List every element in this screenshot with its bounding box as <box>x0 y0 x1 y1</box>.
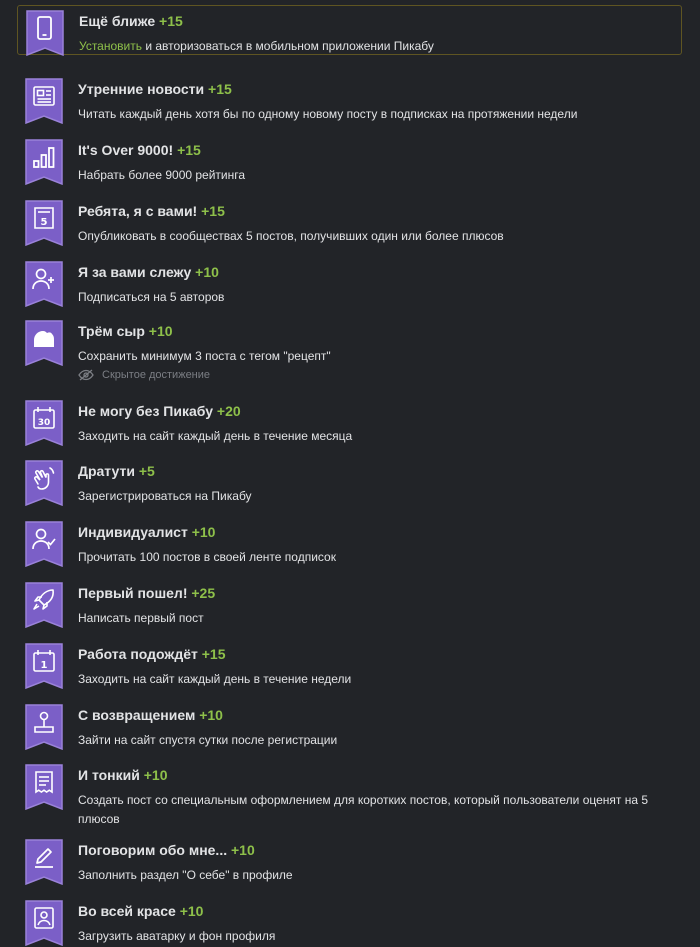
achievement-points: +15 <box>201 203 225 219</box>
achievement-badge <box>25 839 63 885</box>
svg-text:30: 30 <box>38 418 51 428</box>
achievement-points: +15 <box>201 646 226 662</box>
achievement-badge <box>25 78 63 124</box>
achievement-points: +10 <box>179 903 204 919</box>
achievement-badge <box>25 582 63 628</box>
achievement-points: +15 <box>177 142 201 158</box>
achievement-description: Подписаться на 5 авторов <box>78 290 225 304</box>
achievement-description: Зайти на сайт спустя сутки после регистр… <box>78 733 338 747</box>
achievement-description: Установить и авторизоваться в мобильном … <box>79 39 434 53</box>
achievement-points: +5 <box>138 463 155 479</box>
achievement-title: С возвращением +10 <box>78 707 223 723</box>
achievement-badge: 1 <box>25 643 63 689</box>
achievement-description: Заходить на сайт каждый день в течение м… <box>78 429 353 443</box>
achievement-points: +10 <box>191 524 216 540</box>
achievement-badge <box>25 460 63 506</box>
achievement-title: Дратути +5 <box>78 463 155 479</box>
achievement-title: Я за вами слежу +10 <box>78 264 219 280</box>
achievement-title: Первый пошел! +25 <box>78 585 216 601</box>
achievement-points: +15 <box>159 13 183 29</box>
achievement-points: +10 <box>231 842 255 858</box>
achievement-badge: 30 <box>25 400 63 446</box>
svg-text:1: 1 <box>41 660 48 671</box>
achievement-description: Прочитать 100 постов в своей ленте подпи… <box>78 550 336 564</box>
install-link[interactable]: Установить <box>79 39 142 53</box>
achievement-description: Набрать более 9000 рейтинга <box>78 168 246 182</box>
achievement-description: Сохранить минимум 3 поста с тегом "рецеп… <box>78 349 331 363</box>
achievement-title: Ребята, я с вами! +15 <box>78 203 225 219</box>
achievement-title: Ещё ближе +15 <box>79 13 183 29</box>
achievement-badge <box>25 704 63 750</box>
achievement-badge <box>25 764 63 810</box>
achievement-title: И тонкий +10 <box>78 767 168 783</box>
achievement-badge <box>25 521 63 567</box>
hidden-achievement-label: Скрытое достижение <box>78 367 210 383</box>
achievement-title: Трём сыр +10 <box>78 323 173 339</box>
achievement-description: Заполнить раздел "О себе" в профиле <box>78 868 293 882</box>
achievement-title: Утренние новости +15 <box>78 81 232 97</box>
achievement-title: Не могу без Пикабу +20 <box>78 403 241 419</box>
achievement-description: Загрузить аватарку и фон профиля <box>78 929 276 943</box>
achievement-points: +10 <box>148 323 173 339</box>
achievement-title: Поговорим обо мне... +10 <box>78 842 255 858</box>
achievements-list: Ещё ближе +15 Установить и авторизоватьс… <box>0 0 700 947</box>
achievement-badge <box>25 900 63 946</box>
achievement-title: Работа подождёт +15 <box>78 646 226 662</box>
achievement-points: +10 <box>143 767 168 783</box>
achievement-badge: 5 <box>25 200 63 246</box>
achievement-points: +10 <box>199 707 223 723</box>
achievement-title: It's Over 9000! +15 <box>78 142 201 158</box>
achievement-description: Зарегистрироваться на Пикабу <box>78 489 252 503</box>
eye-off-icon <box>78 369 94 381</box>
achievement-description: Опубликовать в сообществах 5 постов, пол… <box>78 229 504 243</box>
achievement-badge <box>26 10 64 56</box>
achievement-badge <box>25 139 63 185</box>
achievement-description: Читать каждый день хотя бы по одному нов… <box>78 107 578 121</box>
achievement-points: +15 <box>208 81 232 97</box>
achievement-points: +10 <box>195 264 219 280</box>
achievement-points: +25 <box>191 585 216 601</box>
achievement-item[interactable]: Ещё ближе +15 Установить и авторизоватьс… <box>17 5 682 56</box>
achievement-description: Заходить на сайт каждый день в течение н… <box>78 672 352 686</box>
achievement-points: +20 <box>216 403 241 419</box>
achievement-badge <box>25 320 63 366</box>
achievement-title: Во всей красе +10 <box>78 903 204 919</box>
achievement-title: Индивидуалист +10 <box>78 524 216 540</box>
achievement-description: Написать первый пост <box>78 611 204 625</box>
achievement-badge <box>25 261 63 307</box>
svg-text:5: 5 <box>41 217 48 228</box>
achievement-description: Создать пост со специальным оформлением … <box>78 793 649 826</box>
cheese-icon <box>34 331 54 347</box>
